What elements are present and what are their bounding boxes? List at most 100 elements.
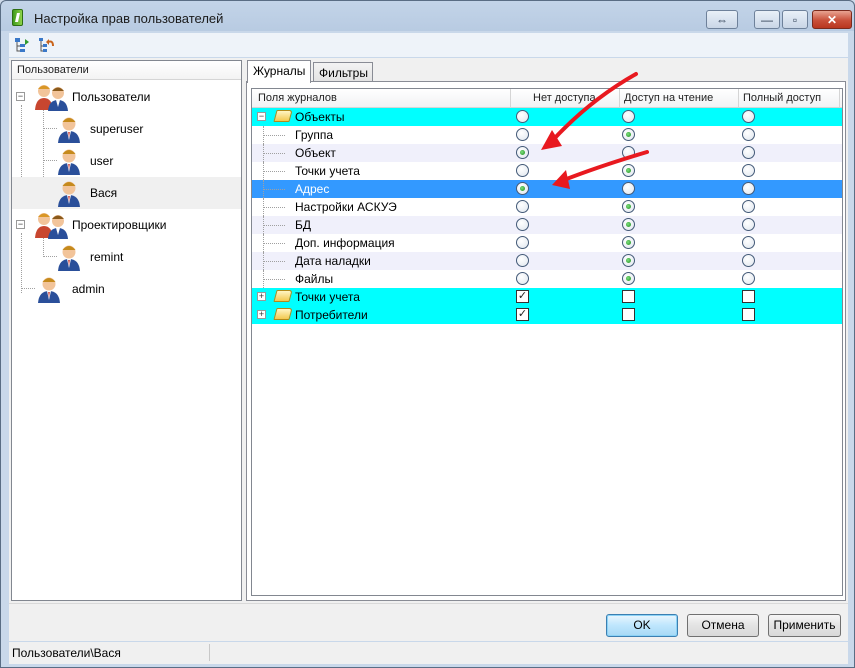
tree-item-vasya[interactable]: Вася xyxy=(12,177,241,209)
full-access-radio[interactable] xyxy=(742,146,755,159)
no-access-radio[interactable] xyxy=(516,218,529,231)
no-access-checkbox[interactable]: ✓ xyxy=(516,308,529,321)
grid-row[interactable]: − Объекты xyxy=(252,108,842,126)
no-access-radio[interactable] xyxy=(516,146,529,159)
dialog-buttons-bar: OK Отмена Применить xyxy=(9,603,848,641)
grid-row[interactable]: Настройки АСКУЭ xyxy=(252,198,842,216)
grid-row[interactable]: Доп. информация xyxy=(252,234,842,252)
status-path: Пользователи\Вася xyxy=(12,646,121,660)
full-access-radio[interactable] xyxy=(742,200,755,213)
grid-row[interactable]: Точки учета xyxy=(252,162,842,180)
tree-item-designers-group[interactable]: − Проектировщики xyxy=(12,209,241,241)
ok-button[interactable]: OK xyxy=(606,614,678,637)
read-access-radio[interactable] xyxy=(622,164,635,177)
tab-filters[interactable]: Фильтры xyxy=(313,62,373,81)
read-access-radio[interactable] xyxy=(622,110,635,123)
grid-row[interactable]: Файлы xyxy=(252,270,842,288)
expand-toggle[interactable]: + xyxy=(257,292,266,301)
undo-tree-icon[interactable] xyxy=(37,36,55,54)
read-access-radio[interactable] xyxy=(622,146,635,159)
full-access-checkbox[interactable] xyxy=(742,308,755,321)
column-header-full-access[interactable]: Полный доступ xyxy=(743,92,821,104)
no-access-radio[interactable] xyxy=(516,236,529,249)
permissions-grid: Поля журналов Нет доступа Доступ на чтен… xyxy=(251,88,843,596)
collapse-toggle[interactable]: − xyxy=(16,92,25,101)
maximize-button[interactable]: ▫ xyxy=(782,10,808,29)
tab-journals[interactable]: Журналы xyxy=(247,60,311,83)
collapse-toggle[interactable]: − xyxy=(257,112,266,121)
full-access-radio[interactable] xyxy=(742,164,755,177)
grid-row[interactable]: Объект xyxy=(252,144,842,162)
read-access-radio[interactable] xyxy=(622,272,635,285)
read-access-radio[interactable] xyxy=(622,218,635,231)
tree-item-users-group[interactable]: − Пользователи xyxy=(12,81,241,113)
no-access-radio[interactable] xyxy=(516,110,529,123)
tree-item-label: Проектировщики xyxy=(72,218,167,232)
tree-item-label: Пользователи xyxy=(72,90,151,104)
read-access-checkbox[interactable] xyxy=(622,308,635,321)
apply-button[interactable]: Применить xyxy=(768,614,841,637)
full-access-radio[interactable] xyxy=(742,128,755,141)
tree-item-label: Вася xyxy=(90,186,118,200)
grid-row[interactable]: Адрес xyxy=(252,180,842,198)
grid-row[interactable]: + Потребители ✓ xyxy=(252,306,842,324)
read-access-radio[interactable] xyxy=(622,182,635,195)
tree-line xyxy=(263,243,285,244)
read-access-radio[interactable] xyxy=(622,254,635,267)
tree-item-user[interactable]: user xyxy=(12,145,241,177)
tree-line xyxy=(263,171,285,172)
full-access-radio[interactable] xyxy=(742,110,755,123)
no-access-radio[interactable] xyxy=(516,254,529,267)
grid-row-label: Объекты xyxy=(295,110,345,124)
restore-icon-button[interactable]: ⇔ xyxy=(706,10,738,29)
grid-row-label: Группа xyxy=(295,128,334,142)
grid-row-label: Доп. информация xyxy=(295,236,395,250)
no-access-checkbox[interactable]: ✓ xyxy=(516,290,529,303)
no-access-radio[interactable] xyxy=(516,164,529,177)
full-access-radio[interactable] xyxy=(742,218,755,231)
tree-line xyxy=(263,279,285,280)
full-access-radio[interactable] xyxy=(742,236,755,249)
no-access-radio[interactable] xyxy=(516,128,529,141)
collapse-toggle[interactable]: − xyxy=(16,220,25,229)
grid-row[interactable]: + Точки учета ✓ xyxy=(252,288,842,306)
grid-row[interactable]: Группа xyxy=(252,126,842,144)
read-access-radio[interactable] xyxy=(622,236,635,249)
tree-item-superuser[interactable]: superuser xyxy=(12,113,241,145)
grid-row-label: БД xyxy=(295,218,312,232)
status-bar: Пользователи\Вася xyxy=(9,642,848,664)
no-access-radio[interactable] xyxy=(516,272,529,285)
tree-item-admin[interactable]: admin xyxy=(12,273,241,305)
column-header-read-access[interactable]: Доступ на чтение xyxy=(624,92,713,104)
close-button[interactable]: ✕ xyxy=(812,10,852,29)
tree-item-label: admin xyxy=(72,282,105,296)
column-header-no-access[interactable]: Нет доступа xyxy=(533,92,596,104)
grid-row[interactable]: БД xyxy=(252,216,842,234)
full-access-radio[interactable] xyxy=(742,254,755,267)
read-access-radio[interactable] xyxy=(622,200,635,213)
full-access-radio[interactable] xyxy=(742,272,755,285)
user-icon xyxy=(56,179,82,207)
toolbar xyxy=(9,33,848,57)
apply-tree-icon[interactable] xyxy=(13,36,31,54)
grid-row[interactable]: Дата наладки xyxy=(252,252,842,270)
grid-row-label: Адрес xyxy=(295,182,330,196)
tree-item-label: remint xyxy=(90,250,124,264)
tree-line xyxy=(263,261,285,262)
grid-row-label: Настройки АСКУЭ xyxy=(295,200,397,214)
minimize-button[interactable]: — xyxy=(754,10,780,29)
no-access-radio[interactable] xyxy=(516,200,529,213)
permissions-area: Журналы Фильтры Поля журналов Нет доступ… xyxy=(246,60,846,601)
cancel-button[interactable]: Отмена xyxy=(687,614,759,637)
users-group-icon xyxy=(34,211,70,239)
grid-row-label: Точки учета xyxy=(295,164,360,178)
expand-toggle[interactable]: + xyxy=(257,310,266,319)
tree-item-remint[interactable]: remint xyxy=(12,241,241,273)
full-access-checkbox[interactable] xyxy=(742,290,755,303)
column-header-fields[interactable]: Поля журналов xyxy=(258,92,337,104)
read-access-radio[interactable] xyxy=(622,128,635,141)
no-access-radio[interactable] xyxy=(516,182,529,195)
read-access-checkbox[interactable] xyxy=(622,290,635,303)
full-access-radio[interactable] xyxy=(742,182,755,195)
grid-row-label: Потребители xyxy=(295,308,368,322)
